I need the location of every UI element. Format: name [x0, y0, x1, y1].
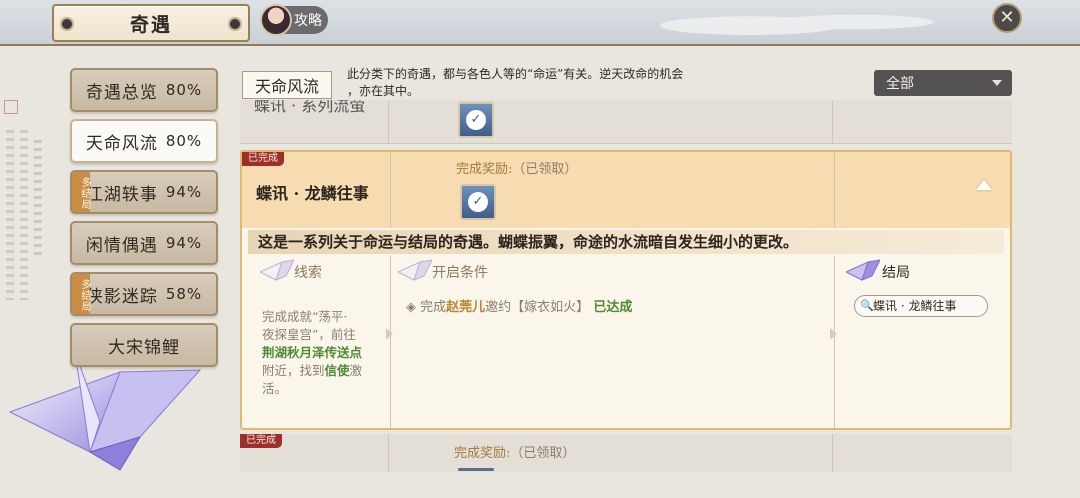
condition-row: ◈ 完成赵莞儿邀约【嫁衣如火】 已达成 — [406, 296, 632, 315]
guide-button[interactable]: 攻略 — [260, 4, 328, 36]
description-line: 此分类下的奇遇，都与各色人等的“命运”有关。逆天改命的机会 — [347, 67, 684, 81]
search-icon: 🔍 — [860, 299, 874, 312]
paper-crane-icon — [8, 352, 202, 471]
guide-label: 攻略 — [294, 13, 322, 29]
close-icon[interactable]: ✕ — [992, 3, 1022, 33]
divider — [832, 100, 833, 144]
status-badge: 已完成 — [242, 152, 284, 166]
tab-label: 江湖轶事 — [85, 184, 158, 205]
diamond-icon: ◈ — [406, 300, 421, 315]
quest-description: 这是一系列关于命运与结局的奇遇。蝴蝶振翼，命途的水流暗自发生细小的更改。 — [248, 230, 1004, 254]
multi-ending-badge: 多结局 — [72, 274, 90, 314]
multi-ending-badge: 多结局 — [72, 172, 90, 212]
divider — [834, 256, 835, 428]
divider — [834, 152, 835, 228]
reward-item[interactable]: ✓ — [458, 102, 494, 138]
divider — [832, 434, 833, 472]
condition-text: 完成 — [420, 300, 447, 315]
knot-icon — [228, 17, 242, 31]
tab-koi[interactable]: 大宋锦鲤 — [70, 323, 218, 367]
tab-label: 天命风流 — [85, 133, 158, 154]
tab-overview[interactable]: 奇遇总览 80% — [70, 68, 218, 112]
reward-status: （已领取） — [512, 162, 578, 177]
tab-label: 大宋锦鲤 — [108, 337, 180, 358]
chevron-down-icon — [992, 80, 1002, 86]
adventure-list[interactable]: 蝶讯 · 系列流萤 ✓ 已完成 蝶讯 · 龙鳞往事 完成奖励:（已领取） ✓ 这… — [240, 100, 1012, 472]
tab-label: 闲情偶遇 — [85, 235, 158, 256]
reward-status: （已领取） — [510, 446, 576, 461]
tab-percent: 58% — [165, 285, 203, 303]
ending-label: 蝶讯 · 龙鳞往事 — [873, 299, 957, 313]
list-item[interactable]: 已完成 完成奖励:（已领取） — [240, 434, 1012, 472]
description-line: ，亦在其中。 — [347, 84, 420, 98]
category-description: 此分类下的奇遇，都与各色人等的“命运”有关。逆天改命的机会 ，亦在其中。 — [347, 66, 767, 100]
reward-label: 完成奖励:（已领取） — [456, 158, 577, 177]
clue-line: 夜探皇宫”，前往 — [262, 327, 356, 342]
knot-icon — [60, 17, 74, 31]
tab-percent: 94% — [165, 183, 203, 201]
crane-icon — [260, 259, 294, 281]
reward-text: 完成奖励: — [454, 446, 511, 461]
collapse-icon[interactable] — [976, 180, 992, 190]
condition-npc: 赵莞儿 — [446, 300, 486, 315]
tab-shadow[interactable]: 多结局 侠影迷踪 58% — [70, 272, 218, 316]
calligraphy-column — [34, 140, 42, 260]
avatar — [260, 4, 292, 36]
crane-icon — [398, 259, 432, 281]
category-label: 天命风流 — [242, 71, 332, 99]
quest-name: 蝶讯 · 龙鳞往事 — [256, 184, 369, 203]
calligraphy-column — [6, 130, 14, 300]
tab-leisure[interactable]: 闲情偶遇 94% — [70, 221, 218, 265]
clue-line: 活。 — [262, 381, 288, 396]
calligraphy-column — [20, 130, 28, 300]
tab-jianghu[interactable]: 多结局 江湖轶事 94% — [70, 170, 218, 214]
checkmark-icon: ✓ — [468, 192, 488, 212]
seal-icon — [4, 100, 18, 114]
ending-chip[interactable]: 🔍 蝶讯 · 龙鳞往事 — [854, 295, 988, 317]
reward-item-peek — [458, 468, 494, 471]
divider — [388, 100, 389, 144]
status-badge: 已完成 — [240, 434, 282, 448]
title-plate: 奇遇 — [52, 4, 250, 42]
clue-text-part: 附近，找到 — [262, 363, 325, 378]
divider — [388, 434, 389, 472]
condition-status: 已达成 — [593, 300, 633, 315]
clue-text-part: 激 — [349, 363, 363, 378]
ending-title: 结局 — [882, 265, 910, 281]
top-bar: 奇遇 攻略 ✕ — [0, 0, 1080, 46]
crane-icon — [846, 259, 880, 281]
condition-text: 邀约【嫁衣如火】 — [485, 300, 590, 315]
divider — [390, 152, 391, 228]
tab-destiny[interactable]: 天命风流 80% — [70, 119, 218, 163]
reward-text: 完成奖励: — [456, 162, 513, 177]
cloud-decoration — [660, 4, 960, 40]
filter-value: 全部 — [886, 76, 914, 92]
clue-line: 附近，找到信使激 — [262, 362, 392, 380]
tab-label: 侠影迷踪 — [85, 286, 158, 307]
condition-title: 开启条件 — [432, 265, 488, 281]
reward-item[interactable]: ✓ — [460, 184, 496, 220]
reward-label: 完成奖励:（已领取） — [454, 442, 575, 461]
clue-title: 线索 — [294, 265, 322, 281]
tab-percent: 80% — [165, 81, 203, 99]
page-title: 奇遇 — [129, 13, 172, 36]
tab-label: 奇遇总览 — [85, 82, 158, 103]
clue-line: 完成成就“荡平· — [262, 309, 348, 324]
arrow-right-icon — [830, 328, 837, 340]
list-item[interactable]: 蝶讯 · 系列流萤 ✓ — [240, 100, 1012, 144]
clue-npc: 信使 — [324, 363, 350, 378]
checkmark-icon: ✓ — [466, 110, 486, 130]
clue-text: 完成成就“荡平· 夜探皇宫”，前往 荆湖秋月泽传送点 附近，找到信使激 活。 — [262, 308, 392, 398]
filter-dropdown[interactable]: 全部 — [874, 70, 1012, 96]
clue-location: 荆湖秋月泽传送点 — [262, 345, 363, 360]
list-item-expanded[interactable]: 已完成 蝶讯 · 龙鳞往事 完成奖励:（已领取） ✓ 这是一系列关于命运与结局的… — [240, 150, 1012, 430]
tab-percent: 94% — [165, 234, 203, 252]
quest-name: 蝶讯 · 系列流萤 — [254, 100, 366, 115]
tab-percent: 80% — [165, 132, 203, 150]
